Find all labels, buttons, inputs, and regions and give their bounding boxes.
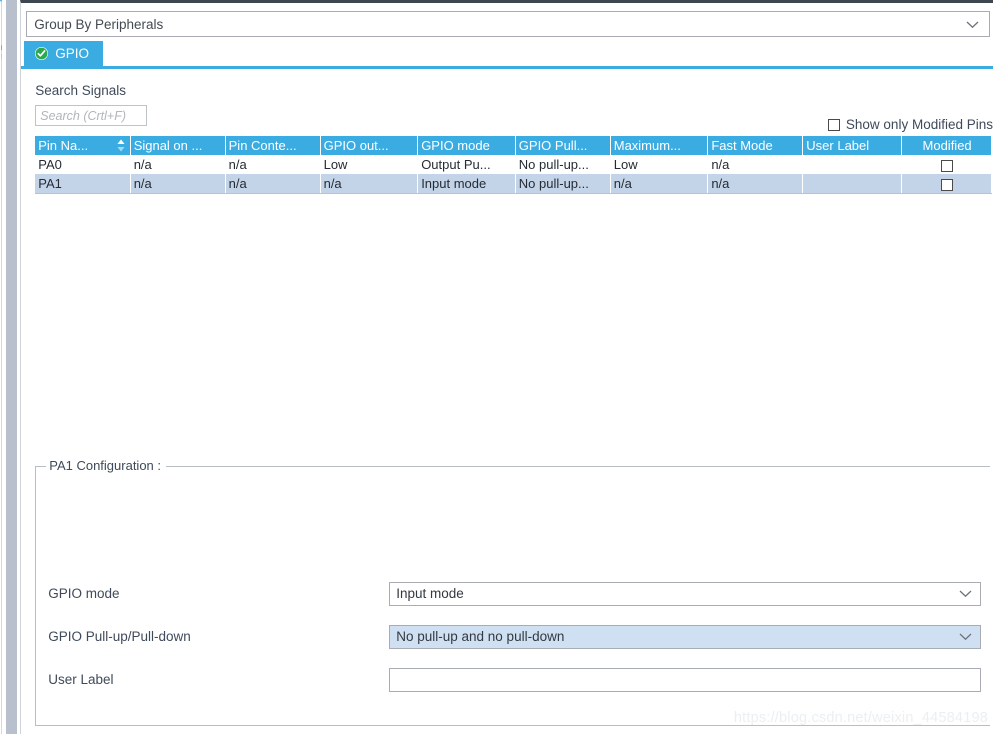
config-value: Input mode <box>396 586 464 601</box>
scrollbar-track[interactable] <box>6 0 17 734</box>
pin-table-header-label: Signal on ... <box>134 138 203 153</box>
group-by-value: Group By Peripherals <box>34 17 163 32</box>
pin-configuration-groupbox: PA1 Configuration : GPIO modeInput modeG… <box>35 466 990 726</box>
show-modified-label: Show only Modified Pins <box>846 117 993 132</box>
search-signals-area: Search Signals Show only Modified Pins <box>21 69 993 126</box>
show-modified-checkbox[interactable] <box>828 119 840 131</box>
config-row: GPIO mode Input mode <box>36 572 990 615</box>
pin-table-header-label: Maximum... <box>614 138 681 153</box>
cubemx-pinout-configuration-window: System Core BDMACORTEX_M7DMAGPIOIWDG1MDM… <box>0 0 993 734</box>
chevron-down-icon <box>966 17 979 32</box>
pin-table-cell-gpio-out[interactable]: n/a <box>320 174 418 193</box>
pin-table-header-pin-ctx[interactable]: Pin Conte... <box>225 136 320 155</box>
pin-table-cell-modified[interactable] <box>902 155 992 174</box>
pin-table-cell-pin-name[interactable]: PA1 <box>35 174 130 193</box>
tab-gpio[interactable]: GPIO <box>24 41 103 66</box>
gpio-configuration-panel: Group By Peripherals GPIO Search Signals <box>20 0 993 734</box>
pin-table-header-modified[interactable]: Modified <box>902 136 992 155</box>
pin-table: Pin Na... Signal on ... Pin Conte... GPIO o… <box>35 136 992 193</box>
pin-table-header-gpio-mode[interactable]: GPIO mode <box>418 136 516 155</box>
pin-table-header-label: Modified <box>923 138 972 153</box>
config-row: GPIO Pull-up/Pull-down No pull-up and no … <box>36 615 990 658</box>
pin-table-header-gpio-pull[interactable]: GPIO Pull... <box>515 136 610 155</box>
pin-table-body: PA0n/an/aLowOutput Pu...No pull-up...Low… <box>35 155 991 193</box>
pin-configuration-legend: PA1 Configuration : <box>46 458 166 473</box>
pin-table-header-fast-mode[interactable]: Fast Mode <box>708 136 803 155</box>
pane-vertical-scrollbar[interactable] <box>2 0 20 734</box>
search-input[interactable] <box>35 105 147 126</box>
sort-arrows-icon <box>116 139 126 155</box>
pin-table-header-max-out[interactable]: Maximum... <box>610 136 708 155</box>
pin-configuration-fields: GPIO mode Input mode GPIO Pull-up/Pull-dow… <box>36 572 990 701</box>
search-signals-label: Search Signals <box>35 83 993 98</box>
pin-table-cell-user-label[interactable] <box>803 174 902 193</box>
pin-table-header-label: Pin Conte... <box>229 138 297 153</box>
config-input-user-label[interactable] <box>389 668 981 692</box>
pin-table-cell-pin-name[interactable]: PA0 <box>35 155 130 174</box>
pin-table-header-label: GPIO out... <box>324 138 389 153</box>
table-row[interactable]: PA1n/an/an/aInput modeNo pull-up...n/an/… <box>35 174 991 193</box>
pin-table-header-label: User Label <box>806 138 869 153</box>
pin-table-cell-modified[interactable] <box>902 174 992 193</box>
modified-checkbox[interactable] <box>941 160 953 172</box>
pin-table-cell-pin-ctx[interactable]: n/a <box>225 174 320 193</box>
pin-table-cell-signal-on[interactable]: n/a <box>130 155 225 174</box>
green-check-circle-icon <box>35 47 48 60</box>
group-by-dropdown[interactable]: Group By Peripherals <box>26 11 990 37</box>
pin-table-header-label: GPIO mode <box>421 138 490 153</box>
pin-table-header-gpio-out[interactable]: GPIO out... <box>320 136 418 155</box>
pin-table-cell-gpio-pull[interactable]: No pull-up... <box>515 174 610 193</box>
pin-table-cell-user-label[interactable] <box>803 155 902 174</box>
pin-table-header-signal-on[interactable]: Signal on ... <box>130 136 225 155</box>
pin-table-header-label: Fast Mode <box>711 138 772 153</box>
pin-table-cell-gpio-out[interactable]: Low <box>320 155 418 174</box>
show-only-modified-pins-toggle[interactable]: Show only Modified Pins <box>828 117 993 132</box>
config-label: User Label <box>48 672 389 687</box>
chevron-down-icon <box>959 630 972 644</box>
pin-table-cell-max-out[interactable]: n/a <box>610 174 708 193</box>
pin-table-header-label: Pin Na... <box>38 138 88 153</box>
pin-table-cell-fast-mode[interactable]: n/a <box>708 174 803 193</box>
config-label: GPIO Pull-up/Pull-down <box>48 629 389 644</box>
peripheral-tabstrip: GPIO <box>21 41 993 69</box>
config-row: User Label <box>36 658 990 701</box>
table-row[interactable]: PA0n/an/aLowOutput Pu...No pull-up...Low… <box>35 155 991 174</box>
pin-table-cell-max-out[interactable]: Low <box>610 155 708 174</box>
pin-table-cell-gpio-mode[interactable]: Output Pu... <box>418 155 516 174</box>
pin-table-container: Pin Na... Signal on ... Pin Conte... GPIO o… <box>35 136 992 194</box>
modified-checkbox[interactable] <box>941 179 953 191</box>
pin-table-cell-gpio-pull[interactable]: No pull-up... <box>515 155 610 174</box>
tab-gpio-label: GPIO <box>55 46 89 61</box>
chevron-down-icon <box>959 587 972 601</box>
pin-table-header-row: Pin Na... Signal on ... Pin Conte... GPIO o… <box>35 136 991 155</box>
pin-table-header-label: GPIO Pull... <box>519 138 588 153</box>
config-label: GPIO mode <box>48 586 389 601</box>
pin-table-cell-gpio-mode[interactable]: Input mode <box>418 174 516 193</box>
config-select-gpio-mode[interactable]: Input mode <box>389 582 981 606</box>
config-select-gpio-pull-up-pull-down[interactable]: No pull-up and no pull-down <box>389 625 981 649</box>
pin-table-cell-signal-on[interactable]: n/a <box>130 174 225 193</box>
pin-table-header-pin-name[interactable]: Pin Na... <box>35 136 130 155</box>
pin-table-header-user-label[interactable]: User Label <box>803 136 902 155</box>
pin-table-cell-pin-ctx[interactable]: n/a <box>225 155 320 174</box>
config-value: No pull-up and no pull-down <box>396 629 564 644</box>
pin-table-cell-fast-mode[interactable]: n/a <box>708 155 803 174</box>
